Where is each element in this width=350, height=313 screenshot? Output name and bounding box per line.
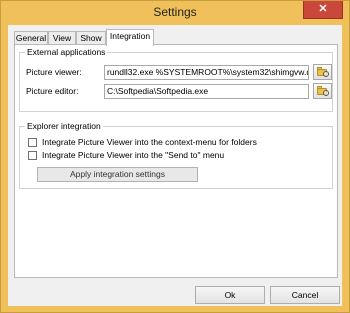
picture-viewer-label: Picture viewer: [26, 67, 82, 77]
explorer-integration-group: Explorer integration Integrate Picture V… [19, 121, 333, 189]
tab-show[interactable]: Show [76, 31, 106, 45]
picture-viewer-browse-button[interactable] [313, 64, 332, 80]
picture-editor-browse-button[interactable] [313, 83, 332, 99]
window-title: Settings [153, 5, 197, 19]
explorer-integration-title: Explorer integration [25, 121, 103, 131]
close-button[interactable]: ✕ [303, 1, 343, 19]
picture-editor-input[interactable]: C:\Softpedia\Softpedia.exe [104, 84, 309, 99]
send-to-checkbox[interactable] [28, 151, 37, 160]
cancel-button[interactable]: Cancel [270, 286, 340, 304]
settings-window: Settings ✕ General View Show Integration… [0, 0, 350, 313]
external-applications-title: External applications [25, 47, 108, 57]
picture-editor-label: Picture editor: [26, 86, 79, 96]
title-bar[interactable]: Settings ✕ [1, 1, 349, 25]
tab-integration[interactable]: Integration [106, 29, 154, 46]
ok-button[interactable]: Ok [195, 286, 265, 304]
context-menu-checkbox[interactable] [28, 138, 37, 147]
send-to-label: Integrate Picture Viewer into the "Send … [42, 150, 225, 160]
tab-view[interactable]: View [48, 31, 76, 45]
close-icon: ✕ [318, 3, 328, 15]
context-menu-label: Integrate Picture Viewer into the contex… [42, 137, 257, 147]
dialog-client-area: General View Show Integration External a… [8, 25, 342, 306]
external-applications-group: External applications Picture viewer: ru… [19, 47, 333, 112]
tab-general[interactable]: General [14, 31, 48, 45]
apply-integration-button[interactable]: Apply integration settings [37, 167, 198, 182]
integration-panel: External applications Picture viewer: ru… [14, 44, 338, 278]
picture-viewer-input[interactable]: rundll32.exe %SYSTEMROOT%\system32\shimg… [104, 65, 309, 80]
